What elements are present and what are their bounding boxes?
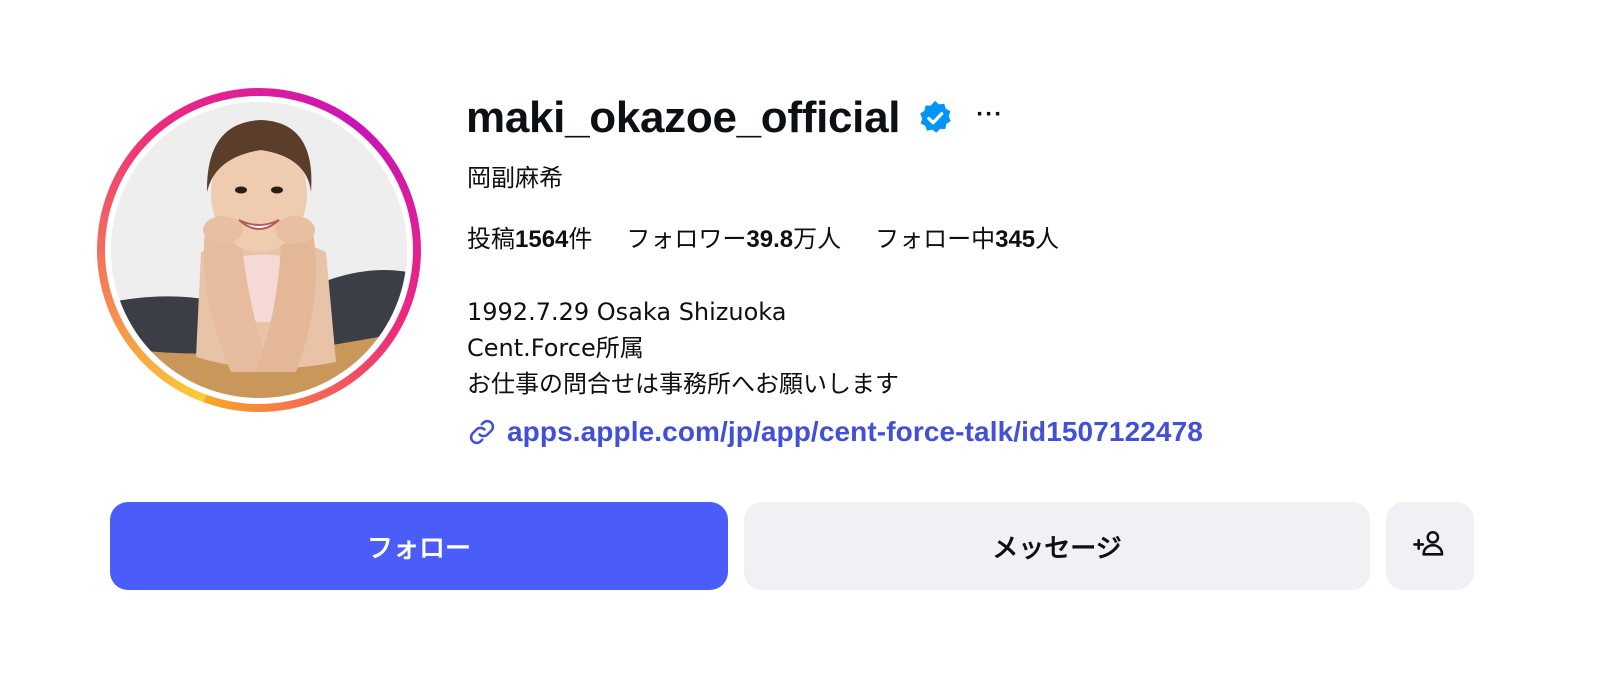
full-name: 岡副麻希 <box>467 164 563 192</box>
stat-following[interactable]: フォロー中345人 <box>875 219 1059 254</box>
stat-following-suffix: 人 <box>1035 225 1060 253</box>
more-options-button[interactable]: ··· <box>976 103 1003 133</box>
username-row: maki_okazoe_official ··· <box>466 88 1003 148</box>
bio-line: 1992.7.29 Osaka Shizuoka <box>467 298 787 326</box>
message-button[interactable]: メッセージ <box>744 502 1370 590</box>
link-url[interactable]: apps.apple.com/jp/app/cent-force-talk/id… <box>507 416 1203 448</box>
bio: 1992.7.29 Osaka Shizuoka Cent.Force所属 お仕… <box>467 294 899 402</box>
stat-followers-prefix: フォロワー <box>626 225 747 253</box>
verified-badge-icon <box>916 99 954 137</box>
message-button-label: メッセージ <box>992 533 1122 564</box>
stat-followers-suffix: 万人 <box>793 225 842 253</box>
suggest-users-button[interactable] <box>1386 502 1474 590</box>
avatar-photo <box>111 102 407 398</box>
follow-button[interactable]: フォロー <box>110 502 728 590</box>
profile-stats: 投稿1564件 フォロワー39.8万人 フォロー中345人 <box>467 219 1059 254</box>
stat-followers[interactable]: フォロワー39.8万人 <box>626 219 841 254</box>
avatar-story-ring[interactable] <box>97 88 421 412</box>
stat-following-value: 345 <box>995 226 1036 253</box>
external-link[interactable]: apps.apple.com/jp/app/cent-force-talk/id… <box>467 416 1203 448</box>
add-user-icon <box>1413 526 1447 567</box>
stat-following-prefix: フォロー中 <box>875 225 996 253</box>
stat-posts-suffix: 件 <box>568 225 593 253</box>
bio-line: Cent.Force所属 <box>467 334 644 362</box>
follow-button-label: フォロー <box>366 533 471 564</box>
stat-posts: 投稿1564件 <box>467 219 592 254</box>
stat-followers-value: 39.8 <box>746 226 794 253</box>
avatar-ring-gap <box>105 96 413 404</box>
bio-line: お仕事の問合せは事務所へお願いします <box>467 370 899 398</box>
link-icon <box>467 417 497 447</box>
stat-posts-prefix: 投稿 <box>467 225 515 253</box>
avatar[interactable] <box>111 102 407 398</box>
stat-posts-value: 1564 <box>515 226 569 253</box>
username: maki_okazoe_official <box>466 93 901 142</box>
